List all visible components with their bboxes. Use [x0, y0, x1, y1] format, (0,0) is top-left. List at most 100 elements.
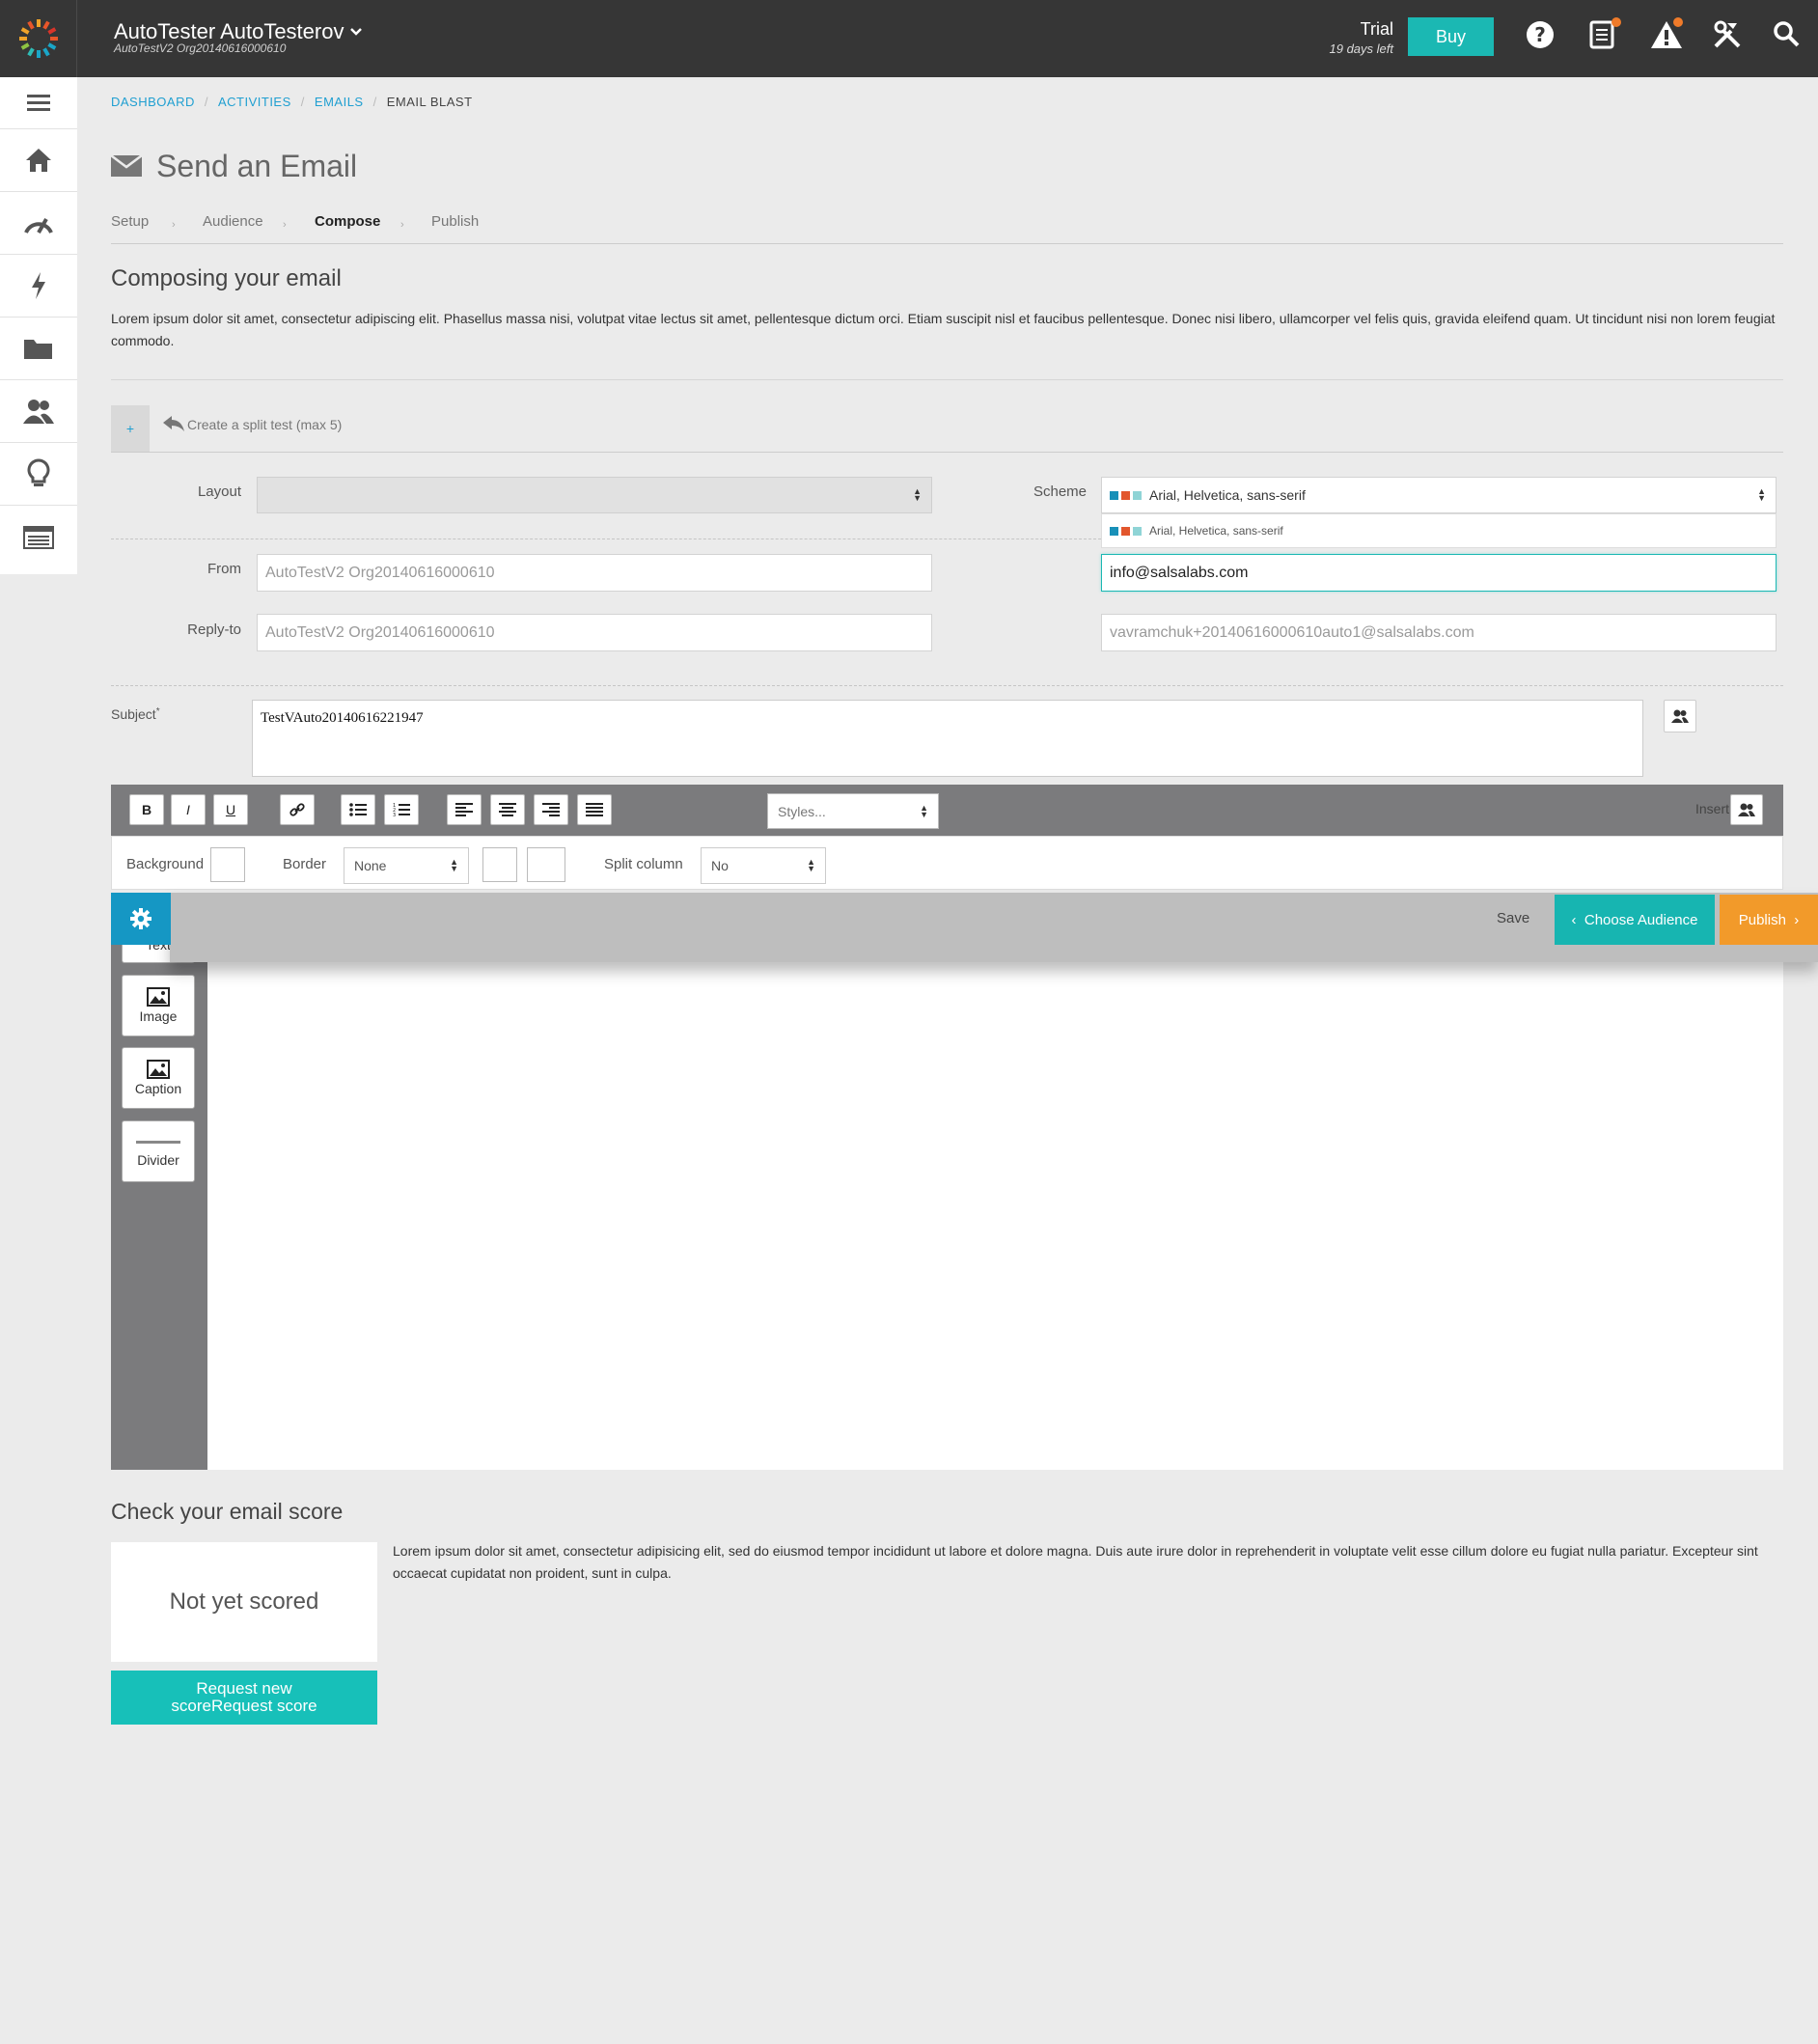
- styles-select[interactable]: Styles... ▲ ▼: [767, 793, 939, 829]
- subject-input[interactable]: TestVAuto20140616221947: [252, 700, 1643, 777]
- split-test-label: Create a split test (max 5): [187, 417, 343, 432]
- reply-to-name-field[interactable]: AutoTestV2 Org20140616000610: [257, 614, 932, 651]
- choose-audience-button[interactable]: ‹ Choose Audience: [1555, 895, 1715, 945]
- select-arrows-icon: ▲ ▼: [1757, 486, 1766, 503]
- menu-hamburger-icon[interactable]: [0, 77, 77, 129]
- select-arrows-icon: ▲ ▼: [913, 486, 922, 503]
- publish-button[interactable]: Publish ›: [1720, 895, 1818, 945]
- dashed-divider: [111, 685, 1783, 686]
- underline-button[interactable]: U: [213, 794, 248, 825]
- layout-label: Layout: [197, 483, 241, 500]
- score-status-box: Not yet scored: [111, 1542, 377, 1662]
- image-icon: [147, 987, 170, 1007]
- split-test-link[interactable]: Create a split test (max 5): [162, 415, 342, 432]
- border-label: Border: [283, 856, 327, 872]
- subject-merge-field-button[interactable]: [1664, 700, 1696, 732]
- link-button[interactable]: [280, 794, 315, 825]
- nav-supporters-icon[interactable]: [0, 380, 77, 443]
- scheme-option-label: Arial, Helvetica, sans-serif: [1149, 524, 1283, 538]
- align-center-button[interactable]: [490, 794, 525, 825]
- image-block-label: Image: [139, 1008, 178, 1024]
- scheme-select[interactable]: Arial, Helvetica, sans-serif ▲ ▼: [1101, 477, 1777, 513]
- nav-lightbulb-icon[interactable]: [0, 443, 77, 506]
- divider-icon: [136, 1141, 180, 1144]
- scheme-color-swatch: [1110, 490, 1118, 500]
- numbered-list-button[interactable]: 123: [384, 794, 419, 825]
- caption-block-label: Caption: [134, 1081, 182, 1096]
- reply-to-email-field[interactable]: vavramchuk+20140616000610auto1@salsalabs…: [1101, 614, 1777, 651]
- image-block-tile[interactable]: Image: [122, 975, 195, 1036]
- scheme-value: Arial, Helvetica, sans-serif: [1149, 487, 1306, 503]
- people-icon: [1671, 709, 1689, 723]
- align-justify-button[interactable]: [577, 794, 612, 825]
- notes-icon[interactable]: [1588, 17, 1623, 54]
- nav-list-icon[interactable]: [0, 506, 77, 568]
- step-setup[interactable]: Setup: [111, 213, 149, 230]
- link-icon: [289, 803, 305, 816]
- chevron-right-icon: ›: [1785, 911, 1800, 928]
- from-email-field[interactable]: info@salsalabs.com: [1101, 554, 1777, 592]
- italic-button[interactable]: I: [171, 794, 206, 825]
- request-score-button[interactable]: Request new scoreRequest score: [111, 1671, 377, 1725]
- help-icon[interactable]: ?: [1525, 19, 1559, 54]
- required-marker: *: [155, 706, 160, 717]
- scheme-color-swatch: [1110, 526, 1118, 536]
- nav-folder-icon[interactable]: [0, 318, 77, 380]
- bold-button[interactable]: B: [129, 794, 164, 825]
- nav-home-icon[interactable]: [0, 129, 77, 192]
- align-center-icon: [499, 803, 516, 816]
- add-split-test-button[interactable]: +: [111, 405, 150, 452]
- page-title: Send an Email: [156, 149, 358, 183]
- insert-label: Insert: [1694, 801, 1729, 816]
- split-column-value: No: [711, 858, 729, 873]
- align-right-button[interactable]: [534, 794, 568, 825]
- email-canvas[interactable]: [111, 893, 1783, 1470]
- block-settings-bar: Background Border None ▲ ▼ Split column N…: [111, 836, 1783, 890]
- scheme-color-swatch: [1133, 490, 1142, 500]
- from-name-field[interactable]: AutoTestV2 Org20140616000610: [257, 554, 932, 592]
- step-chevron-icon: ›: [172, 219, 176, 231]
- breadcrumb-emails[interactable]: EMAILS: [315, 95, 364, 109]
- breadcrumb-activities[interactable]: ACTIVITIES: [218, 95, 291, 109]
- tools-icon[interactable]: [1712, 19, 1747, 54]
- subject-label: Subject*: [111, 706, 160, 722]
- border-width-input[interactable]: [527, 847, 565, 882]
- background-label: Background: [126, 856, 205, 872]
- save-button[interactable]: Save: [1497, 910, 1529, 926]
- step-chevron-icon: ›: [283, 219, 287, 231]
- app-logo[interactable]: [0, 0, 77, 77]
- nav-activities-bolt-icon[interactable]: [0, 255, 77, 318]
- border-select[interactable]: None ▲ ▼: [344, 847, 469, 884]
- split-column-select[interactable]: No ▲ ▼: [701, 847, 826, 884]
- buy-button[interactable]: Buy: [1408, 17, 1494, 56]
- step-compose[interactable]: Compose: [315, 213, 380, 230]
- subject-label-text: Subject: [111, 706, 156, 722]
- divider: [111, 379, 1783, 380]
- border-color-picker[interactable]: [482, 847, 517, 882]
- align-left-button[interactable]: [447, 794, 482, 825]
- compose-title: Composing your email: [111, 265, 342, 291]
- settings-button[interactable]: [111, 893, 171, 945]
- account-chevron-down-icon[interactable]: [349, 21, 363, 41]
- editor-toolbar: B I U 123 Styles... ▲ ▼ Insert: [111, 785, 1783, 836]
- bullet-list-button[interactable]: [341, 794, 375, 825]
- scheme-label: Scheme: [1033, 483, 1087, 500]
- svg-text:?: ?: [1534, 23, 1546, 46]
- breadcrumb-dashboard[interactable]: DASHBOARD: [111, 95, 195, 109]
- search-icon[interactable]: [1772, 19, 1806, 54]
- caption-block-tile[interactable]: Caption: [122, 1047, 195, 1109]
- step-publish[interactable]: Publish: [431, 213, 479, 230]
- scheme-color-swatch: [1121, 490, 1130, 500]
- reply-arrow-icon: [163, 416, 184, 431]
- background-color-picker[interactable]: [210, 847, 245, 882]
- divider-block-tile[interactable]: Divider: [122, 1120, 195, 1182]
- alert-icon[interactable]: [1650, 17, 1685, 54]
- envelope-icon: [110, 154, 143, 181]
- layout-select[interactable]: ▲ ▼: [257, 477, 932, 513]
- step-audience[interactable]: Audience: [203, 213, 263, 230]
- scheme-dropdown-option[interactable]: Arial, Helvetica, sans-serif: [1101, 513, 1777, 548]
- choose-audience-label: Choose Audience: [1584, 911, 1698, 928]
- nav-dashboard-gauge-icon[interactable]: [0, 192, 77, 255]
- insert-merge-field-button[interactable]: [1730, 794, 1763, 825]
- step-chevron-icon: ›: [400, 219, 404, 231]
